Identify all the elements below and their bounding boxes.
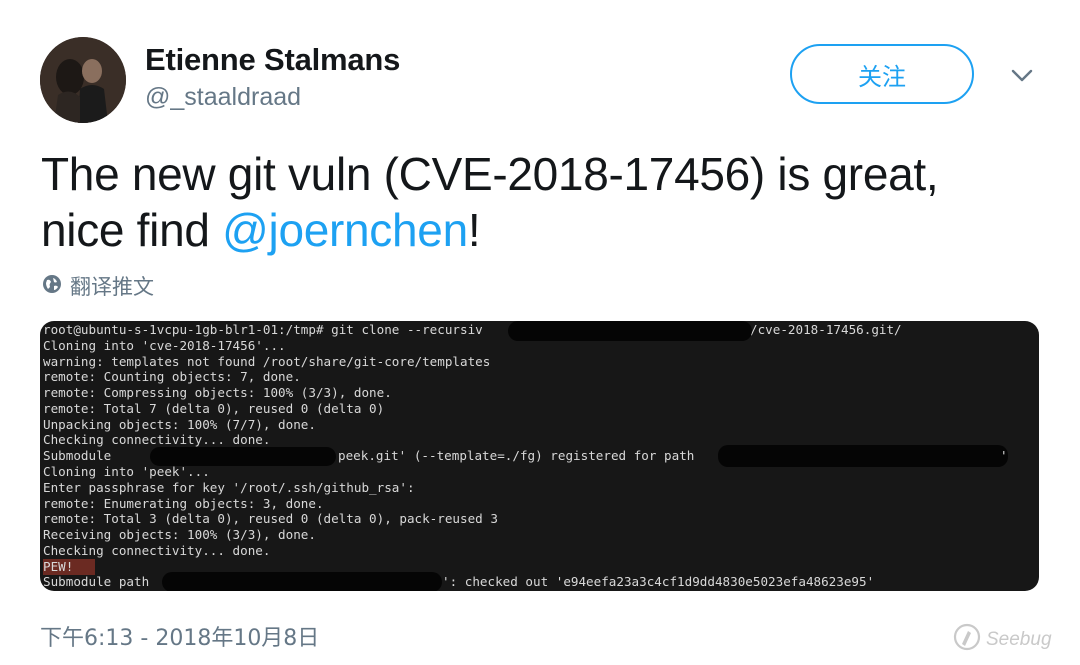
terminal-line: Cloning into 'cve-2018-17456'... — [43, 338, 286, 353]
terminal-line-suffix: ' — [1000, 448, 1008, 463]
terminal-line-suffix: peek.git' (--template=./fg) registered f… — [338, 448, 695, 463]
watermark: Seebug — [952, 622, 1052, 658]
terminal-line-suffix: /cve-2018-17456.git/ — [750, 322, 902, 337]
terminal-line: Checking connectivity... done. — [43, 543, 271, 558]
tweet-line-2: nice find @joernchen! — [41, 202, 1051, 258]
redaction-mark — [162, 572, 442, 591]
terminal-line: Submodule — [43, 448, 112, 463]
terminal-line: remote: Compressing objects: 100% (3/3),… — [43, 385, 392, 400]
tweet-text-fragment: ! — [467, 204, 481, 256]
terminal-line-suffix: ': checked out 'e94eefa23a3c4cf1d9dd4830… — [442, 574, 875, 589]
mention-link[interactable]: @joernchen — [222, 204, 468, 256]
seebug-logo-icon — [952, 622, 982, 658]
author-display-name[interactable]: Etienne Stalmans — [145, 42, 400, 78]
terminal-line: warning: templates not found /root/share… — [43, 354, 491, 369]
terminal-line: Unpacking objects: 100% (7/7), done. — [43, 417, 316, 432]
terminal-line: remote: Enumerating objects: 3, done. — [43, 496, 324, 511]
terminal-line: Submodule path — [43, 574, 150, 589]
avatar[interactable] — [40, 37, 126, 123]
terminal-line: Checking connectivity... done. — [43, 432, 271, 447]
terminal-line: remote: Total 7 (delta 0), reused 0 (del… — [43, 401, 385, 416]
chevron-down-icon[interactable] — [1010, 68, 1034, 84]
translate-tweet-link[interactable]: 翻译推文 — [42, 272, 154, 300]
terminal-line: Enter passphrase for key '/root/.ssh/git… — [43, 480, 415, 495]
terminal-line: remote: Counting objects: 7, done. — [43, 369, 301, 384]
author-handle[interactable]: @_staaldraad — [145, 83, 301, 112]
redaction-mark — [718, 445, 1008, 467]
tweet-text-fragment: nice find — [41, 204, 223, 256]
terminal-line: Cloning into 'peek'... — [43, 464, 210, 479]
terminal-screenshot[interactable]: root@ubuntu-s-1vcpu-1gb-blr1-01:/tmp# gi… — [40, 321, 1039, 591]
follow-button[interactable]: 关注 — [790, 44, 974, 104]
tweet-line-1: The new git vuln (CVE-2018-17456) is gre… — [41, 148, 939, 200]
watermark-label: Seebug — [986, 629, 1052, 650]
terminal-line: Receiving objects: 100% (3/3), done. — [43, 527, 316, 542]
redaction-mark — [508, 321, 752, 341]
translate-label: 翻译推文 — [70, 275, 154, 299]
globe-icon — [42, 274, 62, 299]
terminal-line: root@ubuntu-s-1vcpu-1gb-blr1-01:/tmp# gi… — [43, 322, 483, 337]
terminal-line-highlighted: PEW! — [43, 559, 95, 575]
terminal-line: remote: Total 3 (delta 0), reused 0 (del… — [43, 511, 498, 526]
tweet-text: The new git vuln (CVE-2018-17456) is gre… — [41, 146, 1051, 258]
tweet-timestamp[interactable]: 下午6:13 - 2018年10月8日 — [40, 620, 319, 652]
